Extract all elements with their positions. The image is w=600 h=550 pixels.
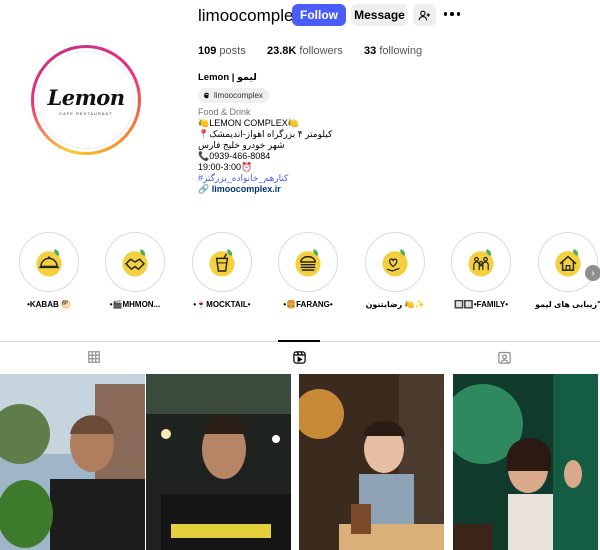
avatar-logo-subtext: CAFE RESTAURANT xyxy=(59,110,113,116)
highlight-label: 🔲🔲•FAMILY• xyxy=(453,300,509,309)
followers-count: 23.8K xyxy=(267,45,297,57)
grid-post[interactable] xyxy=(453,374,598,550)
stat-followers[interactable]: 23.8K followers xyxy=(267,45,343,57)
profile-username: limoocomplex xyxy=(198,6,302,25)
highlight-farang[interactable]: •🍔FARANG• xyxy=(273,232,343,309)
drink-cup-icon xyxy=(209,249,235,277)
tab-reels[interactable] xyxy=(279,343,319,371)
follow-button[interactable]: Follow xyxy=(292,4,346,26)
grid-post[interactable] xyxy=(0,374,145,550)
link-icon: 🔗 xyxy=(198,184,210,194)
family-icon xyxy=(468,249,494,277)
message-button[interactable]: Message xyxy=(351,4,408,26)
highlight-label: •KABAB 🥙 xyxy=(27,300,71,309)
burger-icon xyxy=(295,249,321,277)
bio-line: 📞0939-466-8084 xyxy=(198,151,271,161)
bio-name: Lemon | لیمو xyxy=(198,72,257,83)
bio-line: شهر خودرو خلیج فارس xyxy=(198,140,285,150)
post-photo-man-plant xyxy=(0,374,145,550)
highlight-label: رضایتنون 🍋✨ xyxy=(365,300,425,309)
grid-post[interactable] xyxy=(299,374,444,550)
threads-handle: limoocomplex xyxy=(214,91,263,100)
food-cloche-icon xyxy=(36,249,62,277)
highlight-label: •🎬MHMON... xyxy=(109,300,161,309)
tab-tagged[interactable] xyxy=(484,343,524,371)
bio-line: 🍋LEMON COMPLEX🍋 xyxy=(198,118,299,128)
stat-following[interactable]: 33 following xyxy=(364,45,422,57)
highlight-mocktail[interactable]: •🍷MOCKTAIL• xyxy=(187,232,257,309)
handshake-icon xyxy=(122,249,148,277)
suggest-users-button[interactable] xyxy=(413,4,436,26)
grid-post[interactable] xyxy=(146,374,291,550)
heart-hand-icon xyxy=(382,249,408,277)
highlight-kabab[interactable]: •KABAB 🥙 xyxy=(14,232,84,309)
highlight-label: زیبایی های لیمو" xyxy=(535,300,600,309)
post-photo-girl-waving xyxy=(453,374,598,550)
threads-badge[interactable]: limoocomplex xyxy=(198,88,269,103)
stat-posts: 109 posts xyxy=(198,45,246,57)
bio-hashtag[interactable]: #کنارهم_خانواده_بزرگتر xyxy=(198,173,458,184)
reels-icon xyxy=(292,350,306,364)
profile-avatar[interactable]: Lemon CAFE RESTAURANT xyxy=(31,45,141,155)
post-photo-toddler xyxy=(299,374,444,550)
tab-posts[interactable] xyxy=(74,343,114,371)
highlight-family[interactable]: 🔲🔲•FAMILY• xyxy=(446,232,516,309)
highlight-label: •🍷MOCKTAIL• xyxy=(193,300,251,309)
grid-icon xyxy=(88,351,100,363)
avatar-logo: Lemon CAFE RESTAURANT xyxy=(37,51,135,149)
bio-category: Food & Drink xyxy=(198,107,251,117)
post-photo-man-smiling xyxy=(146,374,291,550)
posts-label: posts xyxy=(219,45,246,57)
bio-line: 19:00-3:00⏰ xyxy=(198,162,253,172)
active-tab-indicator xyxy=(278,340,320,342)
profile-bio: Lemon | لیمو limoocomplex Food & Drink 🍋… xyxy=(198,72,458,195)
home-icon xyxy=(555,249,581,277)
following-count: 33 xyxy=(364,45,377,57)
threads-icon xyxy=(204,92,209,99)
posts-count: 109 xyxy=(198,45,217,57)
bio-line: 📍کیلومتر ۴ بزرگراه اهواز-اندیمشک xyxy=(198,129,333,139)
bio-link-text: limoocomplex.ir xyxy=(211,184,281,194)
add-user-icon xyxy=(418,10,430,20)
chevron-right-icon[interactable]: › xyxy=(585,265,600,281)
highlight-mhmon[interactable]: •🎬MHMON... xyxy=(100,232,170,309)
highlight-reviews[interactable]: رضایتنون 🍋✨ xyxy=(360,232,430,309)
following-label: following xyxy=(379,45,423,57)
avatar-logo-text: Lemon xyxy=(47,84,125,110)
tagged-icon xyxy=(497,351,511,364)
more-options-icon[interactable] xyxy=(444,9,460,19)
bio-link[interactable]: 🔗 limoocomplex.ir xyxy=(198,184,458,195)
highlight-label: •🍔FARANG• xyxy=(283,300,333,309)
followers-label: followers xyxy=(299,45,343,57)
